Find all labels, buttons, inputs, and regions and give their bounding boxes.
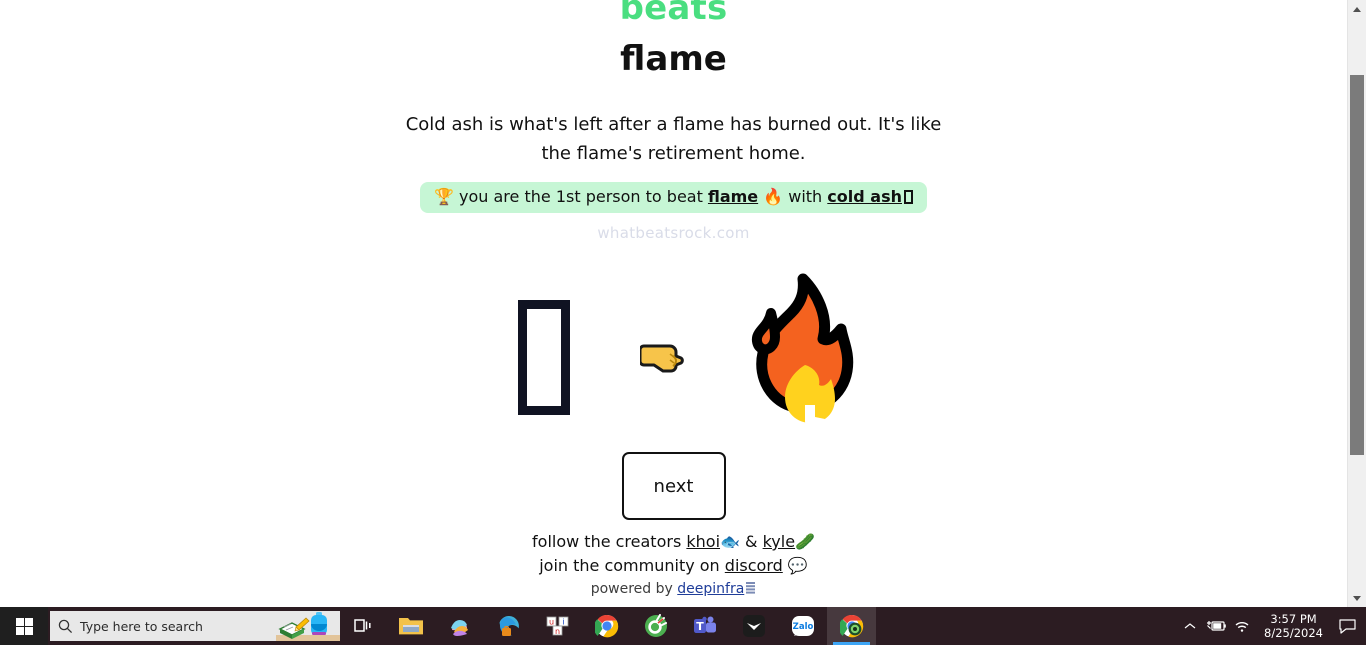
taskbar-item-green-circle-app[interactable]: [631, 607, 680, 645]
footer-powered-line: powered by deepinfra: [0, 578, 1347, 600]
guess-slot: [469, 272, 619, 442]
taskbar-item-unikey[interactable]: u i n: [533, 607, 582, 645]
footer-creators-line: follow the creators khoi🐟 & kyle🥒: [0, 530, 1347, 554]
google-chrome-icon: [594, 614, 618, 638]
microsoft-teams-icon: T: [693, 616, 716, 633]
search-placeholder: Type here to search: [80, 618, 203, 634]
taskbar-item-file-explorer[interactable]: [386, 607, 435, 645]
deepinfra-link[interactable]: deepinfra: [677, 581, 744, 597]
achievement-banner-row: 🏆 you are the 1st person to beat flame 🔥…: [0, 182, 1347, 213]
missing-glyph-icon: [904, 190, 913, 204]
chevron-up-icon: [1184, 623, 1196, 629]
missing-glyph-icon: [517, 299, 570, 415]
google-chrome-icon: [839, 614, 863, 638]
footer-community-line: join the community on discord 💬: [0, 554, 1347, 578]
fist-right-icon: [639, 344, 684, 373]
browser-viewport: beats flame Cold ash is what's left afte…: [0, 0, 1347, 607]
battery-charging-icon: [1207, 621, 1226, 631]
action-center-button[interactable]: [1332, 607, 1362, 645]
action-center-icon: [1338, 618, 1356, 634]
footer-community-prefix: join the community on: [539, 556, 720, 575]
banner-beaten-word[interactable]: flame: [708, 187, 758, 206]
svg-text:Zalo: Zalo: [792, 622, 813, 632]
task-view-button[interactable]: [340, 607, 386, 645]
clock-time: 3:57 PM: [1270, 612, 1317, 626]
taskbar-item-dark-app[interactable]: [729, 607, 778, 645]
scroll-up-arrow-icon[interactable]: [1348, 0, 1366, 18]
description-text: Cold ash is what's left after a flame ha…: [405, 114, 942, 164]
footer-follow-prefix: follow the creators: [532, 532, 682, 551]
taskbar-app-list: u i n T Zalo: [386, 607, 876, 645]
clock[interactable]: 3:57 PM 8/25/2024: [1255, 607, 1332, 645]
search-input[interactable]: Type here to search: [50, 611, 340, 641]
page-title-beats: beats: [619, 0, 728, 28]
banner-text-3: with: [788, 187, 823, 206]
show-hidden-icons-button[interactable]: [1177, 607, 1203, 645]
search-icon: [50, 619, 80, 634]
fire-icon: 🔥: [763, 187, 784, 206]
versus-row: [0, 272, 1347, 442]
windows-logo-icon: [15, 617, 33, 635]
discord-link[interactable]: discord: [725, 556, 783, 575]
speech-balloon-icon: 💬: [787, 556, 808, 575]
achievement-banner: 🏆 you are the 1st person to beat flame 🔥…: [420, 182, 927, 213]
taskbar-item-google-chrome[interactable]: [582, 607, 631, 645]
screen: beats flame Cold ash is what's left afte…: [0, 0, 1366, 645]
fire-icon: [751, 273, 853, 429]
svg-text:u: u: [548, 618, 553, 627]
fist-slot: [619, 272, 709, 442]
microsoft-edge-icon: [499, 615, 519, 636]
svg-text:T: T: [696, 620, 704, 633]
clock-date: 8/25/2024: [1264, 626, 1323, 640]
next-row: next: [0, 452, 1347, 520]
fish-icon: 🐟: [720, 532, 740, 551]
task-view-icon: [354, 619, 371, 632]
deepinfra-logo-icon: [746, 580, 756, 594]
zalo-icon: Zalo: [791, 616, 814, 636]
system-tray: 3:57 PM 8/25/2024: [1177, 607, 1366, 645]
cucumber-icon: 🥒: [795, 532, 815, 551]
next-button[interactable]: next: [621, 452, 726, 520]
taskbar-item-zalo[interactable]: Zalo: [778, 607, 827, 645]
network-status-button[interactable]: [1229, 607, 1255, 645]
footer-powered-prefix: powered by: [590, 581, 673, 597]
target-slot: [709, 272, 879, 442]
page-footer: follow the creators khoi🐟 & kyle🥒 join t…: [0, 530, 1347, 600]
scroll-down-arrow-icon[interactable]: [1348, 589, 1366, 607]
battery-status-button[interactable]: [1203, 607, 1229, 645]
taskbar-item-google-chrome-active[interactable]: [827, 607, 876, 645]
search-illustration: [276, 611, 340, 641]
unikey-icon: u i n: [546, 616, 568, 636]
copilot-icon: [450, 620, 468, 636]
banner-rank: 1st: [555, 187, 581, 206]
windows-taskbar: Type here to search u i n T Zalo 3:57 PM…: [0, 607, 1366, 645]
page-title-target: flame: [620, 39, 727, 79]
trophy-icon: 🏆: [434, 187, 454, 206]
taskbar-item-copilot[interactable]: [435, 607, 484, 645]
page-scrollbar[interactable]: [1347, 0, 1366, 607]
site-watermark: whatbeatsrock.com: [597, 224, 750, 242]
file-explorer-icon: [398, 618, 423, 635]
taskbar-item-microsoft-edge[interactable]: [484, 607, 533, 645]
start-button[interactable]: [0, 607, 48, 645]
creator-link-khoi[interactable]: khoi: [686, 532, 720, 551]
banner-text-1: you are the: [459, 187, 551, 206]
banner-text-2: person to beat: [585, 187, 703, 206]
banner-guess-word[interactable]: cold ash: [827, 187, 902, 206]
taskbar-item-microsoft-teams[interactable]: T: [680, 607, 729, 645]
footer-ampersand: &: [745, 532, 758, 551]
green-circle-app-icon: [644, 614, 667, 637]
creator-link-kyle[interactable]: kyle: [763, 532, 795, 551]
dark-app-icon: [742, 615, 765, 637]
scrollbar-thumb[interactable]: [1350, 75, 1364, 455]
wifi-icon: [1235, 621, 1249, 632]
svg-text:i: i: [562, 618, 564, 627]
svg-text:n: n: [554, 627, 559, 636]
